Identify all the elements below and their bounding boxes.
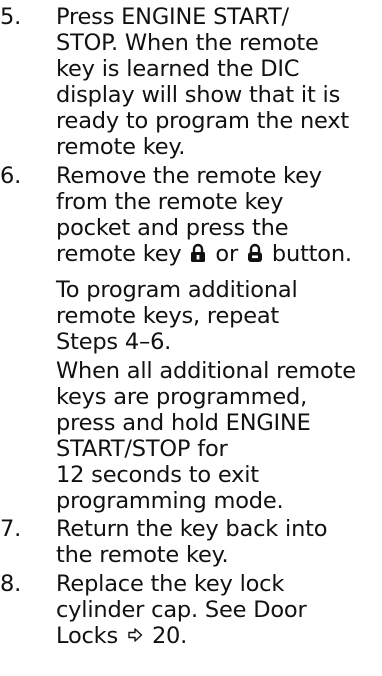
door-locks-link[interactable]: Locks (56, 623, 118, 649)
step-8: 8. Replace the key lock cylinder cap. Se… (0, 571, 376, 649)
step-number: 7. (0, 516, 22, 542)
step-text: Return the key back into the remote key. (56, 516, 328, 568)
step-line: Replace the key lock (56, 571, 285, 597)
step-number: 6. (0, 163, 22, 189)
arrow-ref-icon (127, 623, 143, 642)
unlock-icon (246, 243, 264, 263)
step-line: cylinder cap. See Door (56, 597, 307, 623)
lock-icon (189, 243, 207, 263)
step-5: 5. Press ENGINE START/ STOP. When the re… (0, 4, 376, 160)
step-number: 8. (0, 571, 22, 597)
step-text: Press ENGINE START/ STOP. When the remot… (56, 4, 349, 160)
step-number: 5. (0, 4, 22, 30)
note-exit-programming: When all additional remote keys are prog… (56, 358, 356, 514)
step-text: Remove the remote key from the remote ke… (56, 163, 376, 267)
page-ref: 20. (151, 623, 188, 649)
step-text: Replace the key lock cylinder cap. See D… (56, 571, 376, 649)
step-line: pocket and press the (56, 215, 289, 241)
step-7: 7. Return the key back into the remote k… (0, 516, 376, 568)
note-additional-keys: To program additional remote keys, repea… (56, 277, 298, 355)
step-line: Remove the remote key (56, 163, 322, 189)
manual-page: 5. Press ENGINE START/ STOP. When the re… (0, 0, 382, 676)
step-6: 6. Remove the remote key from the remote… (0, 163, 376, 267)
step-line: Locks 20. (56, 623, 376, 649)
step-line: from the remote key (56, 189, 284, 215)
step-line: remote key or button. (56, 241, 352, 267)
